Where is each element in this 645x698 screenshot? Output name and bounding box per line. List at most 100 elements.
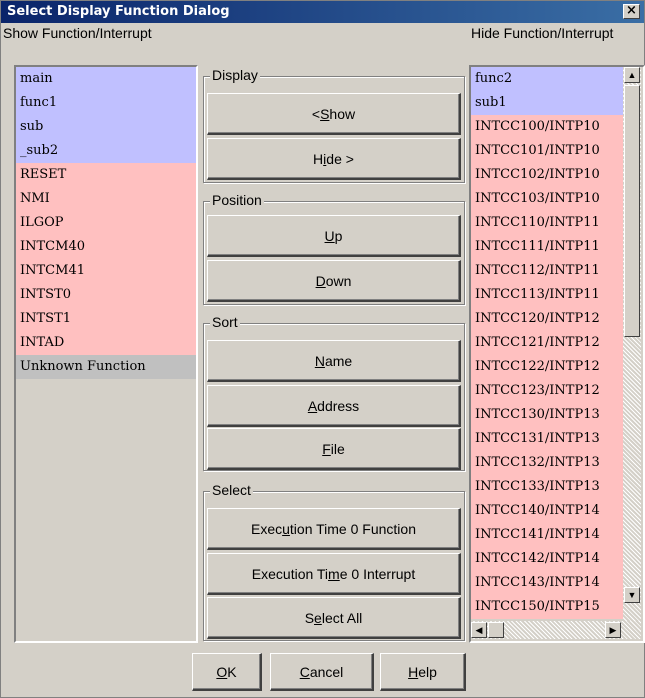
list-item[interactable]: INTCC131/INTP13 xyxy=(471,427,623,451)
execution-time-0-function-button[interactable]: Exec u tion Time 0 Function xyxy=(207,508,461,550)
list-item[interactable]: INTCC102/INTP10 xyxy=(471,163,623,187)
exec0-int-label-b: e 0 Interrupt xyxy=(339,565,416,582)
sort-address-button[interactable]: Address xyxy=(207,385,461,427)
list-item[interactable]: INTCC141/INTP14 xyxy=(471,523,623,547)
help-button[interactable]: Help xyxy=(380,653,466,691)
hide-button-label-a: H xyxy=(313,150,324,167)
list-item[interactable]: INTCC150/INTP15 xyxy=(471,595,623,619)
list-item[interactable]: INTCC110/INTP11 xyxy=(471,211,623,235)
sort-name-button[interactable]: Name xyxy=(207,340,461,382)
exec0-func-label-a: Exec xyxy=(251,520,283,537)
show-button-label-key: S xyxy=(320,105,330,122)
vertical-scroll-thumb[interactable] xyxy=(624,85,640,337)
scroll-left-button[interactable]: ◀ xyxy=(471,622,487,638)
scroll-down-button[interactable]: ▼ xyxy=(624,587,640,603)
exec0-int-label-a: Execution Ti xyxy=(251,565,329,582)
list-item[interactable]: INTCC123/INTP12 xyxy=(471,379,623,403)
select-all-button[interactable]: Se lect All xyxy=(207,597,461,639)
hide-list-vertical-scrollbar[interactable]: ▲ ▼ xyxy=(623,67,641,621)
select-all-label-a: S xyxy=(304,609,315,626)
help-label-key: H xyxy=(408,663,419,680)
title-bar: Select Display Function Dialog × xyxy=(1,1,644,23)
address-button-label-b: ddress xyxy=(317,397,360,414)
hide-button-label-b: de > xyxy=(326,150,354,167)
down-button-label-key: D xyxy=(315,272,326,289)
list-item[interactable]: INTCC113/INTP11 xyxy=(471,283,623,307)
ok-label-key: O xyxy=(216,663,228,680)
up-button[interactable]: Up xyxy=(207,215,461,257)
show-pane-label: Show Function/Interrupt xyxy=(3,25,152,41)
cancel-label-b: ancel xyxy=(309,663,344,680)
list-item[interactable]: sub xyxy=(16,115,196,139)
position-group-label: Position xyxy=(210,192,264,208)
name-button-label-b: ame xyxy=(324,352,353,369)
list-item[interactable]: INTCC142/INTP14 xyxy=(471,547,623,571)
exec0-func-label-b: tion Time 0 Function xyxy=(289,520,416,537)
file-button-label-key: F xyxy=(322,440,331,457)
help-label-b: elp xyxy=(418,663,437,680)
list-item[interactable]: _sub2 xyxy=(16,139,196,163)
list-item[interactable]: INTST0 xyxy=(16,283,196,307)
arrow-right-icon: ▶ xyxy=(609,625,617,635)
list-item[interactable]: INTCC103/INTP10 xyxy=(471,187,623,211)
list-item[interactable]: func2 xyxy=(471,67,623,91)
list-item[interactable]: INTCM41 xyxy=(16,259,196,283)
scroll-right-button[interactable]: ▶ xyxy=(605,622,621,638)
list-item[interactable]: INTCC100/INTP10 xyxy=(471,115,623,139)
down-button-label-b: own xyxy=(325,272,352,289)
list-item[interactable]: NMI xyxy=(16,187,196,211)
close-button[interactable]: × xyxy=(623,4,640,19)
scroll-up-button[interactable]: ▲ xyxy=(624,67,640,83)
sort-file-button[interactable]: File xyxy=(207,428,461,470)
list-item[interactable]: INTCM40 xyxy=(16,235,196,259)
select-all-label-key: e xyxy=(314,609,322,626)
select-display-function-dialog: Select Display Function Dialog × Show Fu… xyxy=(0,0,645,698)
list-item[interactable]: INTCC143/INTP14 xyxy=(471,571,623,595)
close-icon: × xyxy=(626,3,637,18)
select-all-label-b: lect All xyxy=(321,609,363,626)
show-button-label-b: how xyxy=(329,105,356,122)
show-function-list[interactable]: main func1 sub _sub2 RESET NMI ILGOP INTCM40 INT… xyxy=(14,65,198,643)
list-item[interactable]: RESET xyxy=(16,163,196,187)
list-item[interactable]: INTCC111/INTP11 xyxy=(471,235,623,259)
arrow-up-icon: ▲ xyxy=(627,70,637,80)
list-item[interactable]: INTAD xyxy=(16,331,196,355)
list-item[interactable]: INTCC130/INTP13 xyxy=(471,403,623,427)
name-button-label-key: N xyxy=(314,352,325,369)
hide-function-list[interactable]: func2 sub1 INTCC100/INTP10 INTCC101/INTP10 I… xyxy=(469,65,645,643)
list-item[interactable]: INTCC122/INTP12 xyxy=(471,355,623,379)
list-item[interactable]: INTCC132/INTP13 xyxy=(471,451,623,475)
sort-group-label: Sort xyxy=(210,314,240,330)
list-item[interactable]: INTCC121/INTP12 xyxy=(471,331,623,355)
list-item[interactable]: Unknown Function xyxy=(16,355,196,379)
address-button-label-key: A xyxy=(307,397,318,414)
cancel-button[interactable]: Cancel xyxy=(270,653,374,691)
list-item[interactable]: INTCC133/INTP13 xyxy=(471,475,623,499)
show-button-label-a: < xyxy=(311,105,321,122)
hide-list-horizontal-scrollbar[interactable]: ◀ ▶ xyxy=(471,621,641,639)
hide-button[interactable]: Hi de > xyxy=(207,138,461,180)
down-button[interactable]: Down xyxy=(207,260,461,302)
list-item[interactable]: ILGOP xyxy=(16,211,196,235)
list-item[interactable]: INTCC140/INTP14 xyxy=(471,499,623,523)
select-group-label: Select xyxy=(210,482,253,498)
cancel-label-key: C xyxy=(299,663,310,680)
exec0-func-label-key: u xyxy=(282,520,290,537)
dialog-title: Select Display Function Dialog xyxy=(7,4,230,19)
list-item[interactable]: main xyxy=(16,67,196,91)
execution-time-0-interrupt-button[interactable]: Execution Ti m e 0 Interrupt xyxy=(207,553,461,595)
list-item[interactable]: func1 xyxy=(16,91,196,115)
ok-button[interactable]: OK xyxy=(192,653,262,691)
list-item[interactable]: INTST1 xyxy=(16,307,196,331)
arrow-down-icon: ▼ xyxy=(627,590,637,600)
horizontal-scroll-thumb[interactable] xyxy=(488,622,504,638)
file-button-label-b: ile xyxy=(330,440,345,457)
list-item[interactable]: INTCC101/INTP10 xyxy=(471,139,623,163)
list-item[interactable]: sub1 xyxy=(471,91,623,115)
list-item[interactable]: INTCC112/INTP11 xyxy=(471,259,623,283)
list-item[interactable]: INTCC120/INTP12 xyxy=(471,307,623,331)
ok-label-b: K xyxy=(227,663,237,680)
show-button[interactable]: < Show xyxy=(207,93,461,135)
exec0-int-label-key: m xyxy=(328,565,340,582)
up-button-label-key: U xyxy=(324,227,335,244)
